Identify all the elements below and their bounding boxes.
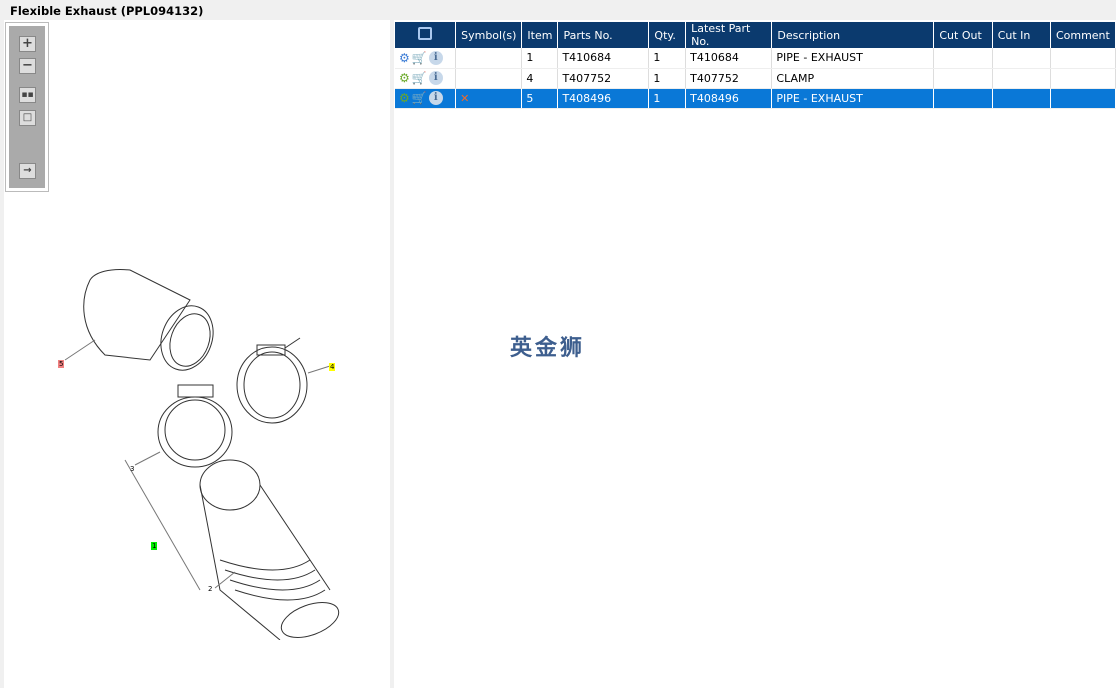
column-header[interactable]: Comment xyxy=(1050,22,1116,48)
table-row[interactable]: ⚙ 🛒 i 1 T410684 1 T410684 PIPE - EXHAUST xyxy=(395,48,1116,69)
info-icon[interactable]: i xyxy=(428,71,443,85)
cut-in-cell xyxy=(992,48,1051,69)
latest-part-cell: T407752 xyxy=(685,68,773,89)
table-row[interactable]: ⚙ 🛒 i ✕ 5 T408496 1 T408496 PIPE - EXHAUST xyxy=(395,88,1116,109)
column-header[interactable]: Qty. xyxy=(648,22,687,48)
cut-out-cell xyxy=(933,68,993,89)
parts-table: Symbol(s) Item Parts No. Qty. Latest Par… xyxy=(395,22,1116,109)
callout-4[interactable]: 4 xyxy=(329,363,336,371)
cut-out-cell xyxy=(933,88,993,109)
gear-icon[interactable]: ⚙ xyxy=(399,91,410,105)
cross-icon: ✕ xyxy=(460,91,470,105)
cart-icon[interactable]: 🛒 xyxy=(412,91,427,105)
parts-no-cell: T410684 xyxy=(557,48,650,69)
cut-out-cell xyxy=(933,48,993,69)
zoom-in-button[interactable]: + xyxy=(19,36,36,52)
item-cell: 4 xyxy=(521,68,559,89)
fit-button[interactable]: ▪▪ xyxy=(19,87,36,103)
latest-part-cell: T410684 xyxy=(685,48,773,69)
column-header[interactable]: Item xyxy=(521,22,559,48)
flex-pipe xyxy=(199,459,340,640)
symbol-cell xyxy=(455,68,523,89)
item-cell: 1 xyxy=(521,48,559,69)
window-title: Flexible Exhaust (PPL094132) xyxy=(10,4,204,18)
exploded-diagram xyxy=(64,269,340,640)
clamp-4 xyxy=(236,337,308,424)
comment-cell xyxy=(1050,68,1116,89)
description-cell: PIPE - EXHAUST xyxy=(771,88,935,109)
diagram-toolbar: + − ▪▪ □ → xyxy=(5,22,49,192)
info-icon[interactable]: i xyxy=(428,91,443,105)
column-header[interactable]: Description xyxy=(771,22,935,48)
search-icon[interactable] xyxy=(418,27,433,40)
symbol-cell xyxy=(455,48,523,69)
qty-cell: 1 xyxy=(648,88,687,109)
reset-view-button[interactable]: □ xyxy=(19,110,36,126)
info-icon[interactable]: i xyxy=(428,50,443,65)
qty-cell: 1 xyxy=(648,48,687,69)
callout-3[interactable]: 3 xyxy=(129,465,135,473)
cut-in-cell xyxy=(992,88,1051,109)
parts-no-cell: T408496 xyxy=(557,88,650,109)
column-search-header[interactable] xyxy=(395,22,457,48)
cut-in-cell xyxy=(992,68,1051,89)
symbol-cell: ✕ xyxy=(455,88,523,109)
callout-1[interactable]: 1 xyxy=(151,542,158,550)
leader-lines xyxy=(64,339,331,591)
elbow-pipe xyxy=(83,269,214,371)
parts-no-cell: T407752 xyxy=(557,68,650,89)
cart-icon[interactable]: 🛒 xyxy=(412,51,427,65)
parts-panel xyxy=(394,20,1116,688)
actions-cell: ⚙ 🛒 i xyxy=(395,48,457,69)
qty-cell: 1 xyxy=(648,68,687,89)
gear-icon[interactable]: ⚙ xyxy=(399,71,410,85)
callout-5[interactable]: 5 xyxy=(58,360,65,368)
gear-icon[interactable]: ⚙ xyxy=(399,51,410,65)
comment-cell xyxy=(1050,88,1116,109)
watermark: 英金狮 xyxy=(510,336,586,361)
column-header[interactable]: Cut Out xyxy=(933,22,993,48)
actions-cell: ⚙ 🛒 i xyxy=(395,88,457,109)
callout-2[interactable]: 2 xyxy=(207,585,213,593)
item-cell: 5 xyxy=(521,88,559,109)
table-row[interactable]: ⚙ 🛒 i 4 T407752 1 T407752 CLAMP xyxy=(395,68,1116,89)
zoom-out-button[interactable]: − xyxy=(19,58,36,74)
table-header: Symbol(s) Item Parts No. Qty. Latest Par… xyxy=(395,22,1116,48)
comment-cell xyxy=(1050,48,1116,69)
column-header[interactable]: Parts No. xyxy=(557,22,650,48)
export-button[interactable]: → xyxy=(19,163,36,179)
cart-icon[interactable]: 🛒 xyxy=(412,71,427,85)
column-header[interactable]: Symbol(s) xyxy=(455,22,523,48)
actions-cell: ⚙ 🛒 i xyxy=(395,68,457,89)
description-cell: PIPE - EXHAUST xyxy=(771,48,935,69)
clamp-3 xyxy=(157,384,233,468)
latest-part-cell: T408496 xyxy=(685,88,773,109)
column-header[interactable]: Latest Part No. xyxy=(685,22,773,48)
column-header[interactable]: Cut In xyxy=(992,22,1051,48)
description-cell: CLAMP xyxy=(771,68,935,89)
